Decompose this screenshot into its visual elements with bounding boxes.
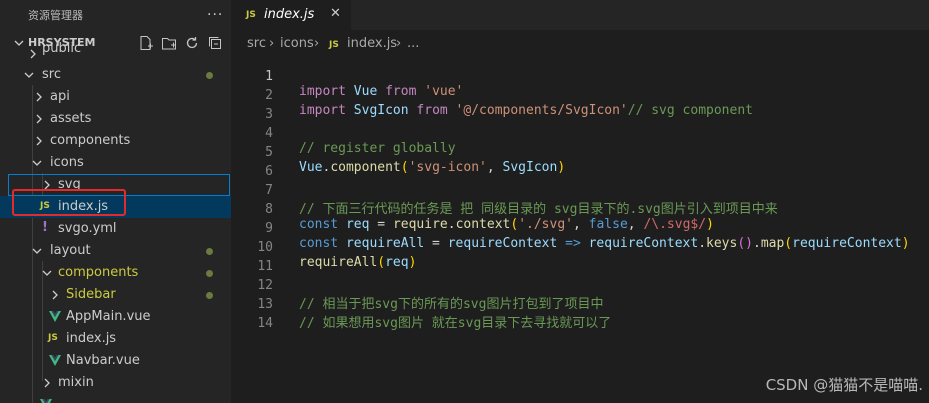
- tree-item-src[interactable]: src: [0, 64, 231, 86]
- javascript-file-icon: JS: [329, 40, 339, 50]
- modified-indicator: [206, 72, 213, 79]
- code-line: 9 const requireAll = requireContext => r…: [231, 206, 929, 251]
- tree-item-svgo-yml[interactable]: ! svgo.yml: [0, 218, 231, 240]
- code-line: 14: [231, 301, 929, 331]
- code-line: 11: [231, 244, 929, 274]
- code-line: 2 import SvgIcon from '@/components/SvgI…: [231, 73, 929, 118]
- editor-area: JS index.js ✕ src › icons › JS index.js …: [231, 0, 929, 403]
- tree-item-navbar-vue[interactable]: Navbar.vue: [0, 350, 231, 372]
- tree-item-layout-index-js[interactable]: JS index.js: [0, 328, 231, 350]
- breadcrumb: src › icons › JS index.js › ...: [231, 30, 929, 56]
- chevron-right-icon: [36, 136, 42, 146]
- close-icon[interactable]: ✕: [330, 6, 341, 21]
- chevron-down-icon: [24, 72, 34, 78]
- javascript-file-icon: JS: [246, 10, 256, 20]
- javascript-file-icon: JS: [48, 333, 58, 343]
- more-actions-icon[interactable]: ···: [207, 7, 231, 23]
- chevron-right-icon: [52, 290, 58, 300]
- tree-item-assets[interactable]: assets: [0, 108, 231, 130]
- line-number: 14: [257, 316, 273, 331]
- vue-file-icon: [49, 355, 61, 366]
- tree-item-layout[interactable]: layout: [0, 240, 231, 262]
- tab-label: index.js: [264, 7, 315, 22]
- tree-item-api[interactable]: api: [0, 86, 231, 108]
- tree-item-components[interactable]: components: [0, 130, 231, 152]
- code-line: 12 // 相当于把svg下的所有的svg图片打包到了项目中: [231, 263, 929, 312]
- modified-indicator: [206, 292, 213, 299]
- tree-item-sidebar[interactable]: Sidebar: [0, 284, 231, 306]
- explorer-header: 资源管理器 ···: [0, 0, 231, 30]
- chevron-right-icon: [36, 92, 42, 102]
- explorer-title: 资源管理器: [28, 9, 83, 22]
- breadcrumb-icons[interactable]: icons: [280, 36, 314, 51]
- tab-bar: JS index.js ✕: [231, 0, 929, 30]
- tree-item-public[interactable]: public: [0, 41, 231, 65]
- code-line: 5 Vue.component('svg-icon', SvgIcon): [231, 130, 929, 175]
- explorer-sidebar: 资源管理器 ··· HRSYSTEM public src api assets…: [0, 0, 231, 403]
- chevron-down-icon: [42, 270, 52, 276]
- code-line: 8 const req = require.context('./svg', f…: [231, 187, 929, 232]
- breadcrumb-symbols[interactable]: ...: [407, 36, 419, 51]
- tree-item-icons[interactable]: icons: [0, 152, 231, 174]
- vue-file-icon: [40, 399, 52, 403]
- code-line: 4 // register globally: [231, 111, 929, 156]
- code-line: 10 requireAll(req): [231, 225, 929, 270]
- chevron-right-icon: [44, 378, 50, 388]
- breadcrumb-src[interactable]: src: [247, 36, 266, 51]
- watermark: CSDN @猫猫不是喵喵.: [765, 376, 923, 394]
- file-tree: public src api assets components icons s…: [0, 41, 231, 403]
- tree-item-layout-components[interactable]: components: [0, 262, 231, 284]
- code-line: 13 // 如果想用svg图片 就在svg目录下去寻找就可以了: [231, 282, 929, 331]
- breadcrumb-separator: ›: [396, 36, 402, 51]
- highlight-annotation: [12, 189, 126, 216]
- code-line: 1 import Vue from 'vue': [231, 54, 929, 99]
- tab-index-js[interactable]: JS index.js ✕: [231, 0, 351, 30]
- chevron-right-icon: [36, 114, 42, 124]
- breadcrumb-file[interactable]: index.js: [347, 36, 397, 51]
- vue-file-icon: [49, 311, 61, 322]
- yaml-file-icon: !: [42, 220, 48, 235]
- tree-item-appmain-vue[interactable]: AppMain.vue: [0, 306, 231, 328]
- tree-item-partial[interactable]: [0, 394, 231, 403]
- modified-indicator: [206, 270, 213, 277]
- tree-item-mixin[interactable]: mixin: [0, 372, 231, 394]
- code-line: 7 // 下面三行代码的任务是 把 同级目录的 svg目录下的.svg图片引入到…: [231, 168, 929, 217]
- chevron-right-icon: [30, 49, 36, 59]
- code-line: 3: [231, 92, 929, 122]
- breadcrumb-separator: ›: [314, 36, 320, 51]
- breadcrumb-separator: ›: [269, 36, 275, 51]
- modified-indicator: [206, 248, 213, 255]
- chevron-down-icon: [32, 160, 42, 166]
- code-line: 6: [231, 149, 929, 179]
- chevron-down-icon: [32, 248, 42, 254]
